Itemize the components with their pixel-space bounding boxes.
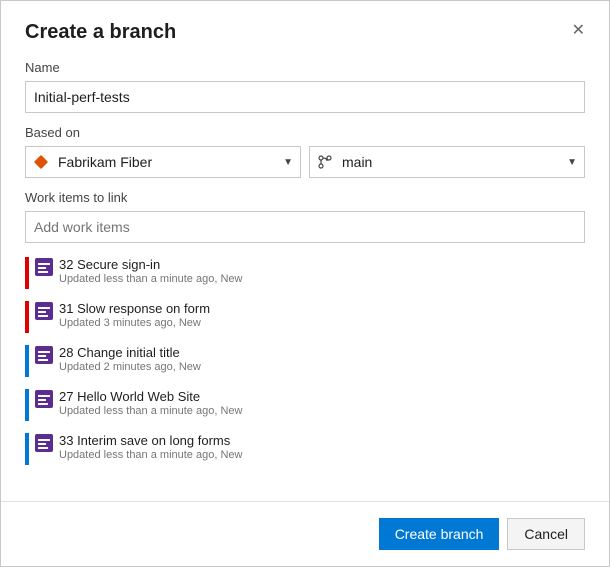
work-item-meta: Updated less than a minute ago, New bbox=[59, 273, 585, 285]
work-item-text: 32 Secure sign-in Updated less than a mi… bbox=[59, 257, 585, 285]
name-label: Name bbox=[25, 60, 585, 75]
cancel-button[interactable]: Cancel bbox=[507, 518, 585, 550]
work-items-label: Work items to link bbox=[25, 190, 585, 205]
name-input[interactable] bbox=[25, 81, 585, 113]
work-item-color-bar bbox=[25, 257, 29, 289]
work-item-title: 28 Change initial title bbox=[59, 345, 585, 360]
work-item-meta: Updated less than a minute ago, New bbox=[59, 405, 585, 417]
work-item: 33 Interim save on long forms Updated le… bbox=[25, 427, 585, 471]
work-item-color-bar bbox=[25, 301, 29, 333]
based-on-row: Fabrikam Fiber ▼ main bbox=[25, 146, 585, 178]
branch-select[interactable]: main bbox=[309, 146, 585, 178]
work-item-text: 27 Hello World Web Site Updated less tha… bbox=[59, 389, 585, 417]
work-item: 32 Secure sign-in Updated less than a mi… bbox=[25, 251, 585, 295]
work-item-icon bbox=[35, 258, 53, 276]
work-item-text: 31 Slow response on form Updated 3 minut… bbox=[59, 301, 585, 329]
repo-select[interactable]: Fabrikam Fiber bbox=[25, 146, 301, 178]
branch-select-wrapper: main ▼ bbox=[309, 146, 585, 178]
work-item-color-bar bbox=[25, 389, 29, 421]
dialog-header: Create a branch ✕ bbox=[1, 1, 609, 44]
dialog-title: Create a branch bbox=[25, 21, 176, 44]
work-item-text: 33 Interim save on long forms Updated le… bbox=[59, 433, 585, 461]
close-button[interactable]: ✕ bbox=[572, 23, 585, 39]
work-item: 28 Change initial title Updated 2 minute… bbox=[25, 339, 585, 383]
work-item-icon bbox=[35, 302, 53, 320]
repo-select-wrapper: Fabrikam Fiber ▼ bbox=[25, 146, 301, 178]
work-item-meta: Updated 2 minutes ago, New bbox=[59, 361, 585, 373]
work-item-icon bbox=[35, 346, 53, 364]
dialog-body: Name Based on Fabrikam Fiber ▼ bbox=[1, 44, 609, 501]
work-item-title: 27 Hello World Web Site bbox=[59, 389, 585, 404]
based-on-label: Based on bbox=[25, 125, 585, 140]
dialog-footer: Create branch Cancel bbox=[1, 501, 609, 566]
work-item-title: 32 Secure sign-in bbox=[59, 257, 585, 272]
work-item-icon bbox=[35, 434, 53, 452]
work-items-input[interactable] bbox=[25, 211, 585, 243]
work-item-meta: Updated less than a minute ago, New bbox=[59, 449, 585, 461]
create-branch-dialog: Create a branch ✕ Name Based on Fabrikam… bbox=[0, 0, 610, 567]
work-item-color-bar bbox=[25, 345, 29, 377]
work-item-text: 28 Change initial title Updated 2 minute… bbox=[59, 345, 585, 373]
create-branch-button[interactable]: Create branch bbox=[379, 518, 500, 550]
work-item-title: 33 Interim save on long forms bbox=[59, 433, 585, 448]
work-item-title: 31 Slow response on form bbox=[59, 301, 585, 316]
work-item: 31 Slow response on form Updated 3 minut… bbox=[25, 295, 585, 339]
work-item: 27 Hello World Web Site Updated less tha… bbox=[25, 383, 585, 427]
work-items-list: 32 Secure sign-in Updated less than a mi… bbox=[25, 251, 585, 471]
work-item-meta: Updated 3 minutes ago, New bbox=[59, 317, 585, 329]
work-item-icon bbox=[35, 390, 53, 408]
work-item-color-bar bbox=[25, 433, 29, 465]
